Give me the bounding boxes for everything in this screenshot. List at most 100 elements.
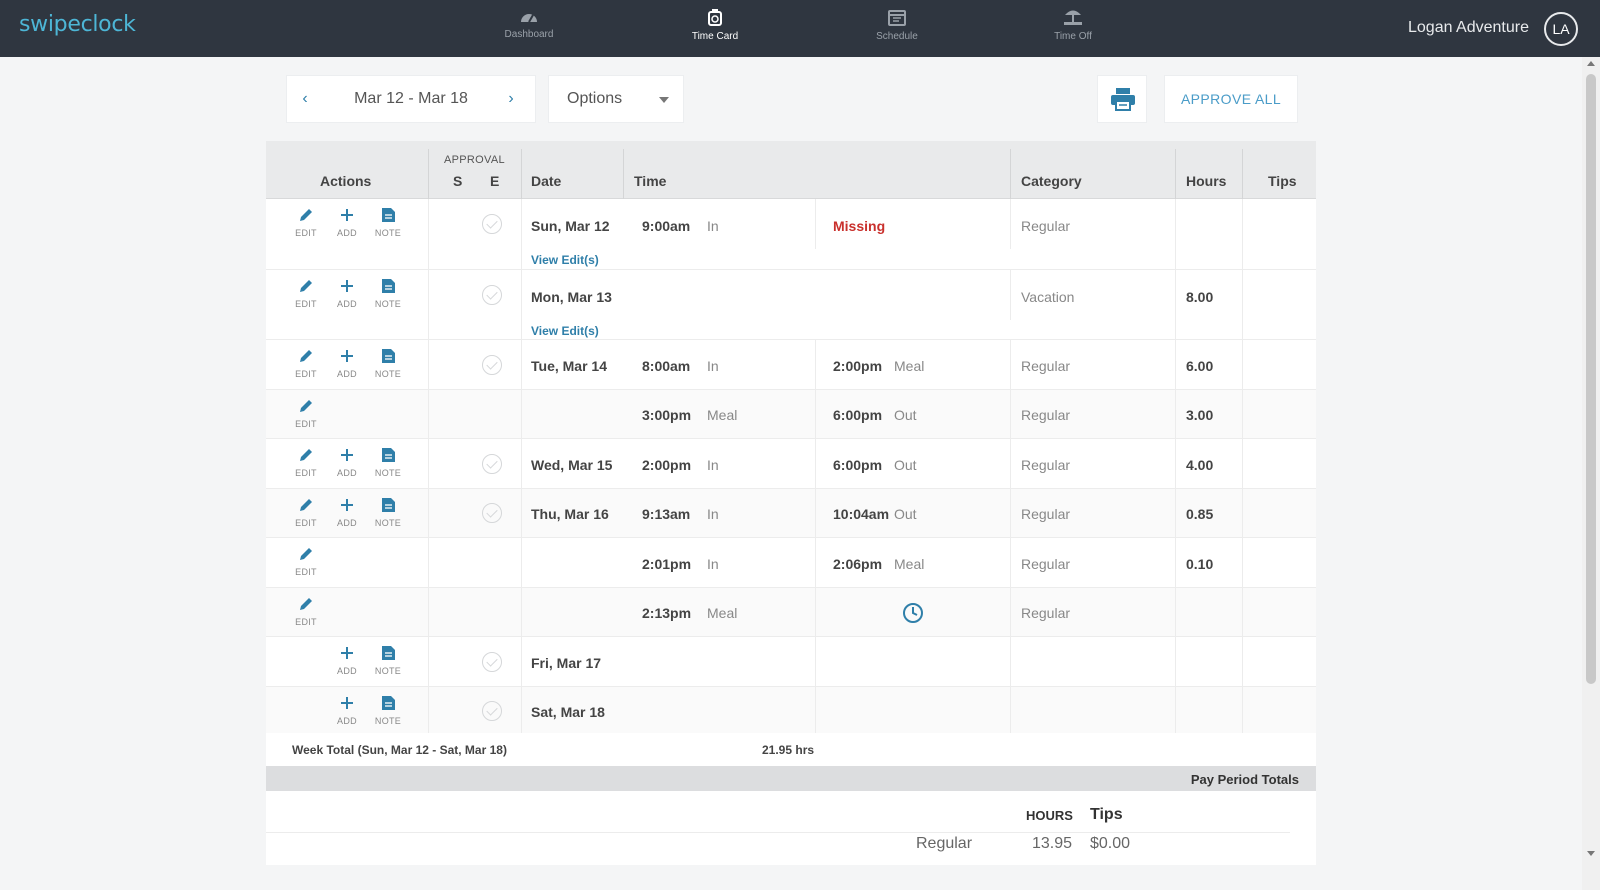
- options-label: Options: [567, 90, 623, 107]
- note-button[interactable]: NOTE: [368, 497, 408, 528]
- column-divider: [428, 538, 429, 587]
- row-category: Regular: [1021, 605, 1071, 621]
- edit-label: EDIT: [295, 369, 317, 379]
- column-divider: [815, 199, 816, 249]
- edit-button[interactable]: EDIT: [286, 348, 326, 379]
- add-button[interactable]: ADD: [327, 645, 367, 676]
- view-edits-link[interactable]: View Edit(s): [531, 324, 599, 338]
- plus-icon: [341, 449, 353, 461]
- punch-in-type: In: [707, 556, 719, 572]
- column-divider: [1175, 270, 1176, 339]
- column-divider: [1010, 439, 1011, 488]
- header-divider: [1242, 149, 1243, 199]
- column-divider: [1175, 390, 1176, 438]
- scroll-down-arrow-icon[interactable]: [1587, 851, 1595, 856]
- header-date: Date: [531, 173, 562, 189]
- chevron-down-icon: [659, 97, 669, 103]
- note-button[interactable]: NOTE: [368, 645, 408, 676]
- column-divider: [1242, 199, 1243, 269]
- punch-in-type: Meal: [707, 407, 738, 423]
- column-divider: [521, 199, 522, 269]
- note-button[interactable]: NOTE: [368, 207, 408, 238]
- note-button[interactable]: NOTE: [368, 278, 408, 309]
- nav-dashboard[interactable]: Dashboard: [474, 8, 584, 40]
- employee-approval-checkbox[interactable]: [482, 652, 502, 672]
- punch-out-time: 2:00pm: [833, 358, 883, 374]
- column-divider: [1175, 439, 1176, 488]
- divider: [266, 832, 1290, 833]
- pencil-icon: [300, 350, 312, 362]
- edit-button[interactable]: EDIT: [286, 546, 326, 577]
- column-divider: [1175, 489, 1176, 537]
- pay-period-totals-bar: Pay Period Totals: [266, 766, 1316, 791]
- note-icon: [382, 696, 395, 710]
- employee-approval-checkbox[interactable]: [482, 701, 502, 721]
- table-row: EDIT ADD NOTE Thu, Mar 16 9:13am In 10:0…: [266, 489, 1316, 538]
- missing-punch-label[interactable]: Missing: [833, 218, 885, 234]
- view-edits-link[interactable]: View Edit(s): [531, 253, 599, 267]
- column-divider: [428, 340, 429, 389]
- note-button[interactable]: NOTE: [368, 348, 408, 379]
- column-divider: [521, 390, 522, 438]
- row-hours: 0.10: [1186, 556, 1214, 572]
- row-category: Vacation: [1021, 289, 1075, 305]
- table-row: EDIT 3:00pm Meal 6:00pm Out Regular 3.00: [266, 390, 1316, 439]
- approve-all-button[interactable]: APPROVE ALL: [1164, 75, 1298, 123]
- employee-approval-checkbox[interactable]: [482, 454, 502, 474]
- add-button[interactable]: ADD: [327, 695, 367, 726]
- scrollbar-thumb[interactable]: [1586, 74, 1596, 684]
- punch-in-time: 9:00am: [642, 218, 691, 234]
- employee-approval-checkbox[interactable]: [482, 355, 502, 375]
- add-button[interactable]: ADD: [327, 497, 367, 528]
- note-icon: [382, 498, 395, 512]
- scroll-up-arrow-icon[interactable]: [1587, 61, 1595, 66]
- punch-out-time: 2:06pm: [833, 556, 883, 572]
- prev-week-button[interactable]: ‹: [295, 89, 315, 109]
- row-date: Thu, Mar 16: [531, 506, 609, 522]
- column-divider: [1242, 390, 1243, 438]
- week-total: Week Total (Sun, Mar 12 - Sat, Mar 18) 2…: [266, 733, 1316, 766]
- row-hours: 6.00: [1186, 358, 1214, 374]
- app-logo[interactable]: swipeclock: [19, 12, 136, 37]
- nav-time-card[interactable]: Time Card: [660, 8, 770, 42]
- edit-button[interactable]: EDIT: [286, 398, 326, 429]
- add-button[interactable]: ADD: [327, 447, 367, 478]
- add-label: ADD: [337, 716, 357, 726]
- header-divider: [1175, 149, 1176, 199]
- avatar[interactable]: LA: [1544, 12, 1578, 46]
- row-date: Mon, Mar 13: [531, 289, 612, 305]
- edit-button[interactable]: EDIT: [286, 447, 326, 478]
- column-divider: [521, 439, 522, 488]
- column-divider: [1010, 489, 1011, 537]
- note-button[interactable]: NOTE: [368, 447, 408, 478]
- table-row: ADD NOTE Sat, Mar 18: [266, 687, 1316, 735]
- user-name[interactable]: Logan Adventure: [1408, 19, 1529, 37]
- nav-schedule[interactable]: Schedule: [842, 8, 952, 42]
- edit-button[interactable]: EDIT: [286, 278, 326, 309]
- edit-button[interactable]: EDIT: [286, 497, 326, 528]
- note-icon: [382, 208, 395, 222]
- nav-time-off[interactable]: Time Off: [1018, 8, 1128, 42]
- add-button[interactable]: ADD: [327, 207, 367, 238]
- options-dropdown[interactable]: Options: [548, 75, 684, 123]
- edit-button[interactable]: EDIT: [286, 207, 326, 238]
- printer-icon: [1111, 88, 1135, 111]
- next-week-button[interactable]: ›: [501, 89, 521, 109]
- note-button[interactable]: NOTE: [368, 695, 408, 726]
- edit-button[interactable]: EDIT: [286, 596, 326, 627]
- dashboard-icon: [521, 14, 537, 23]
- column-divider: [1242, 340, 1243, 389]
- employee-approval-checkbox[interactable]: [482, 285, 502, 305]
- table-row: EDIT 2:13pm Meal Regular: [266, 588, 1316, 637]
- print-button[interactable]: [1097, 75, 1147, 123]
- pay-period-totals-title: Pay Period Totals: [1190, 772, 1299, 787]
- pencil-icon: [300, 449, 312, 461]
- add-button[interactable]: ADD: [327, 278, 367, 309]
- header-divider: [428, 149, 429, 199]
- page-scrollbar[interactable]: [1582, 57, 1600, 890]
- table-row: ADD NOTE Fri, Mar 17: [266, 637, 1316, 687]
- employee-approval-checkbox[interactable]: [482, 214, 502, 234]
- employee-approval-checkbox[interactable]: [482, 503, 502, 523]
- add-button[interactable]: ADD: [327, 348, 367, 379]
- column-divider: [428, 588, 429, 636]
